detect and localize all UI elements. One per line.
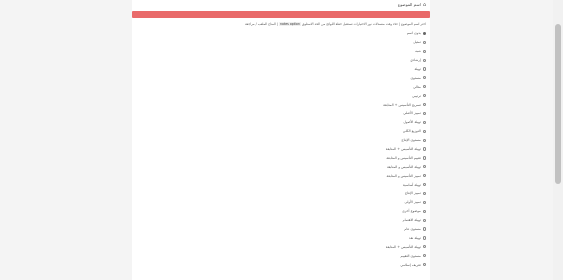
radio-option[interactable]: تمييز الأولى (132, 198, 426, 207)
home-icon: ⌂ (422, 1, 426, 8)
radio-option[interactable]: موضوع أخرى (132, 207, 426, 216)
radio-option[interactable]: تعريف إسلامي (132, 260, 426, 269)
radio-button[interactable] (422, 40, 426, 44)
radio-options-list: بدون اسم تمثيل شبه إرشادي تهيئة مستوى مثالي ترت… (132, 29, 430, 269)
page: ⌂ اسم الموضوع اختر اسم الموضوع | حدّد وق… (0, 0, 563, 280)
radio-option-label: مستوى الإنتاج (401, 138, 421, 143)
alert-bar (132, 11, 430, 18)
radio-button[interactable] (422, 200, 426, 204)
question-text: اختر اسم الموضوع | حدّد وقت منسدلات نور … (132, 18, 430, 26)
radio-option-label: تمييز التأسيس و المتابعة (386, 173, 421, 178)
radio-button[interactable] (422, 94, 426, 98)
radio-option[interactable]: تمييز التأسيس و المتابعة (132, 171, 426, 180)
radio-button[interactable] (422, 76, 426, 80)
radio-option-label: تمثيل (413, 40, 421, 45)
radio-option-label: مستوى (410, 75, 421, 80)
radio-button[interactable] (422, 227, 426, 231)
radio-option[interactable]: تقييم التأسيس و المتابعة (132, 153, 426, 162)
question-body: | حدّد وقت منسدلات نور الاختيارات تستقبل… (301, 22, 401, 26)
radio-option[interactable]: تهيئة الأصول (132, 118, 426, 127)
radio-button[interactable] (422, 174, 426, 178)
radio-option[interactable]: تهيئة التأسيس + المتابعة (132, 145, 426, 154)
scrollbar-thumb[interactable] (555, 24, 561, 184)
radio-option[interactable]: تهيئة الاهتمام (132, 216, 426, 225)
radio-button[interactable] (422, 263, 426, 267)
radio-button[interactable] (422, 120, 426, 124)
radio-button[interactable] (422, 49, 426, 53)
radio-option[interactable]: مستوى الإنتاج (132, 136, 426, 145)
radio-button[interactable] (422, 147, 426, 151)
radio-button[interactable] (422, 129, 426, 133)
radio-option[interactable]: تهيئة نقد (132, 233, 426, 242)
radio-option[interactable]: تسريح التأسيس + المتابعة (132, 100, 426, 109)
radio-option-label: ترتيبي (412, 93, 421, 98)
radio-button[interactable] (422, 102, 426, 107)
radio-option-label: تعريف إسلامي (400, 262, 421, 267)
radio-button[interactable] (422, 67, 426, 71)
panel-header: ⌂ اسم الموضوع (132, 0, 430, 9)
radio-option[interactable]: تمييز الإنتاج (132, 189, 426, 198)
radio-option-label: تقييم التأسيس و المتابعة (386, 155, 421, 160)
radio-option-label: مثالي (413, 84, 421, 89)
radio-option[interactable]: تهيئة التأسيس و المتابعة (132, 162, 426, 171)
radio-option-label: التوزيع الكلي (402, 129, 421, 134)
radio-button[interactable] (422, 165, 426, 169)
radio-option-label: تسريح التأسيس + المتابعة (383, 102, 421, 107)
radio-option[interactable]: تهيئة (132, 65, 426, 74)
question-prefix: اختر اسم الموضوع (401, 22, 426, 26)
radio-button[interactable] (422, 31, 426, 36)
radio-option-label: تهيئة (414, 67, 421, 71)
radio-option-label: تهيئة التأسيس + المتابعة (385, 244, 421, 249)
question-suffix: | المتاح الملعب / مراجعة (245, 22, 278, 26)
radio-option-label: تمييز الإنتاج (404, 191, 421, 196)
radio-option[interactable]: بدون اسم (132, 29, 426, 38)
page-background-right (430, 0, 553, 280)
radio-button[interactable] (422, 156, 426, 160)
radio-option[interactable]: تمييز الأصلي (132, 109, 426, 118)
radio-option-label: تمييز الأولى (404, 200, 421, 205)
radio-button[interactable] (422, 58, 426, 62)
radio-option[interactable]: تهيئة التأسيس + المتابعة (132, 242, 426, 251)
radio-option[interactable]: تمثيل (132, 38, 426, 47)
radio-option[interactable]: إرشادي (132, 56, 426, 65)
radio-option-label: شبه (415, 49, 421, 54)
radio-option[interactable]: مستوى عام (132, 225, 426, 234)
radio-option-label: تهيئة الأصول (403, 120, 421, 125)
radio-button[interactable] (422, 182, 426, 187)
radio-option-label: بدون اسم (406, 31, 421, 36)
radio-button[interactable] (422, 191, 426, 196)
radio-option-label: إرشادي (410, 58, 421, 63)
radio-option-label: تهيئة نقد (408, 235, 421, 240)
radio-option-label: تمييز الأصلي (403, 111, 421, 116)
radio-option[interactable]: شبه (132, 47, 426, 56)
radio-button[interactable] (422, 236, 426, 240)
question-highlight: notes option (278, 22, 301, 26)
radio-option-label: تهيئة الاهتمام (402, 218, 421, 223)
radio-option[interactable]: التوزيع الكلي (132, 127, 426, 136)
radio-button[interactable] (422, 218, 426, 222)
radio-option-label: تهيئة التأسيس و المتابعة (386, 164, 421, 169)
radio-option[interactable]: تهيئة أساسية (132, 180, 426, 189)
radio-option-label: تهيئة التأسيس + المتابعة (385, 147, 421, 152)
radio-option[interactable]: ترتيبي (132, 91, 426, 100)
radio-option-label: موضوع أخرى (401, 209, 421, 214)
radio-button[interactable] (422, 209, 426, 213)
radio-option[interactable]: مستوى التقييم (132, 251, 426, 260)
radio-option-label: مستوى التقييم (400, 253, 421, 258)
radio-option-label: تهيئة أساسية (402, 182, 421, 187)
radio-button[interactable] (422, 245, 426, 249)
radio-button[interactable] (422, 138, 426, 142)
radio-option[interactable]: مستوى (132, 73, 426, 82)
page-background-left (0, 0, 132, 280)
radio-option-label: مستوى عام (404, 227, 421, 232)
radio-button[interactable] (422, 254, 426, 258)
radio-button[interactable] (422, 111, 426, 116)
radio-option[interactable]: مثالي (132, 82, 426, 91)
scrollbar[interactable] (553, 0, 563, 280)
radio-button[interactable] (422, 85, 426, 89)
form-panel: ⌂ اسم الموضوع اختر اسم الموضوع | حدّد وق… (132, 0, 430, 280)
panel-title: اسم الموضوع (397, 2, 421, 7)
